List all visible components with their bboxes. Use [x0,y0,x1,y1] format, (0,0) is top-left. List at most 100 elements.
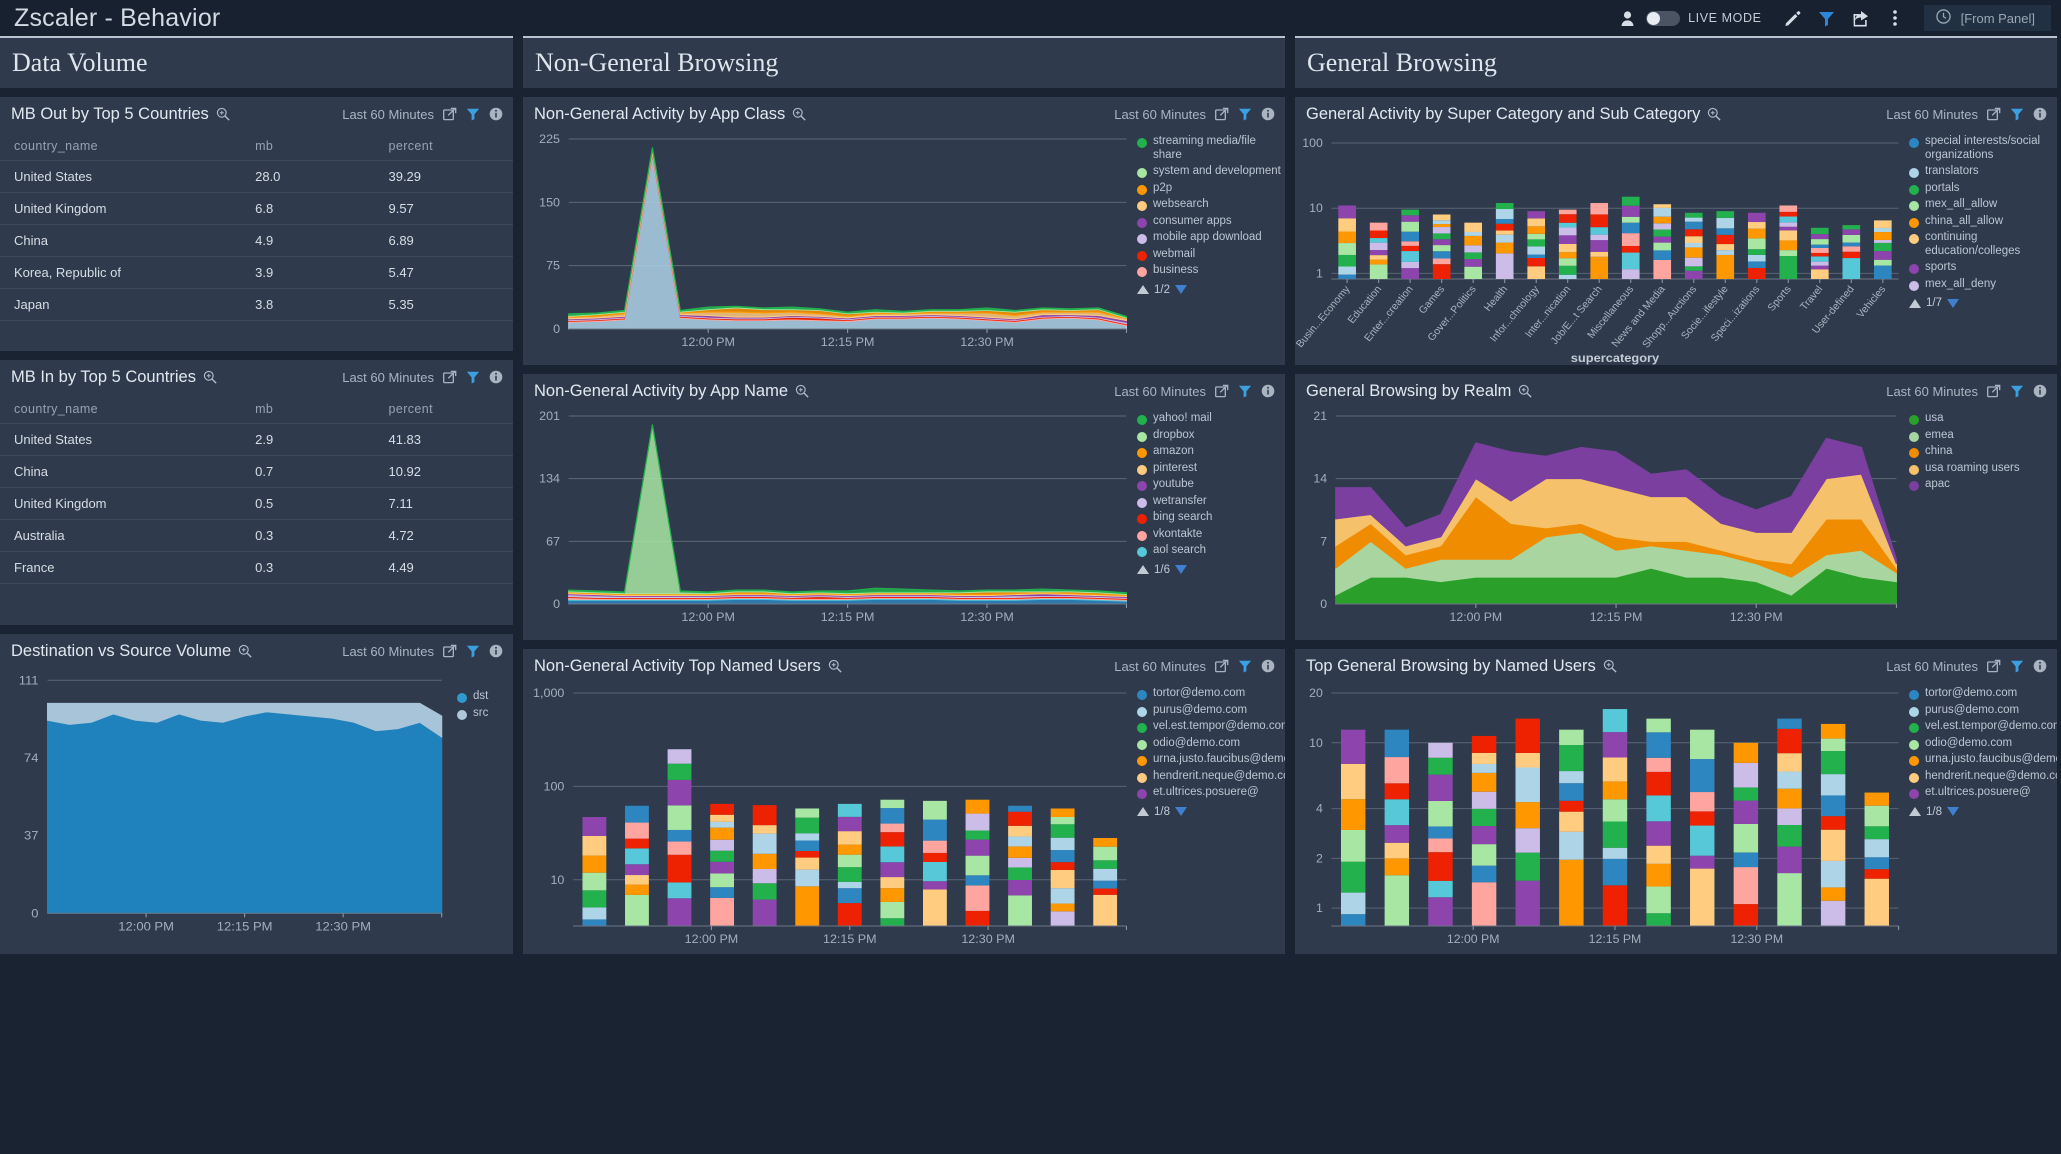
filter-funnel-icon[interactable] [1238,107,1252,121]
time-picker-from-panel[interactable]: [From Panel] [1924,5,2051,31]
legend-item[interactable]: mex_all_allow [1909,198,2053,212]
plot-app-class[interactable]: 07515022512:00 PM12:15 PM12:30 PM [523,127,1133,365]
popout-icon[interactable] [1987,107,2001,121]
more-vertical-icon[interactable] [1878,0,1912,36]
legend-item[interactable]: urna.justo.faucibus@demo.com [1137,753,1281,767]
info-icon[interactable] [1261,107,1275,121]
legend-item[interactable]: mex_all_deny [1909,278,2053,292]
legend-page-up-icon[interactable] [1909,807,1921,816]
search-magnifier-icon[interactable] [203,370,217,384]
legend-page-up-icon[interactable] [1137,807,1149,816]
edit-pencil-icon[interactable] [1776,0,1810,36]
legend-item[interactable]: tortor@demo.com [1909,687,2053,701]
panel-time-range[interactable]: Last 60 Minutes [342,370,434,385]
info-icon[interactable] [489,370,503,384]
legend-item[interactable]: vel.est.tempor@demo.com [1909,720,2053,734]
popout-icon[interactable] [1987,384,2001,398]
legend-pager[interactable]: 1/8 [1909,806,2053,818]
search-magnifier-icon[interactable] [795,384,809,398]
legend-item[interactable]: vkontakte [1137,528,1281,542]
search-magnifier-icon[interactable] [1518,384,1532,398]
legend-page-up-icon[interactable] [1909,299,1921,308]
search-magnifier-icon[interactable] [1603,659,1617,673]
legend-page-down-icon[interactable] [1175,285,1187,294]
legend-page-up-icon[interactable] [1137,285,1149,294]
legend-pager[interactable]: 1/6 [1137,564,1281,576]
legend-item[interactable]: tortor@demo.com [1137,687,1281,701]
legend-item[interactable]: pinterest [1137,462,1281,476]
live-mode-toggle[interactable] [1646,11,1680,26]
legend-item[interactable]: mobile app download [1137,231,1281,245]
info-icon[interactable] [2033,107,2047,121]
legend-item[interactable]: yahoo! mail [1137,412,1281,426]
popout-icon[interactable] [1215,659,1229,673]
table-row[interactable]: Korea, Republic of3.95.47 [0,257,513,289]
search-magnifier-icon[interactable] [216,107,230,121]
legend-item[interactable]: et.ultrices.posuere@ [1137,786,1281,800]
popout-icon[interactable] [1215,107,1229,121]
panel-time-range[interactable]: Last 60 Minutes [1114,107,1206,122]
panel-time-range[interactable]: Last 60 Minutes [1886,384,1978,399]
popout-icon[interactable] [443,107,457,121]
filter-funnel-icon[interactable] [466,107,480,121]
panel-time-range[interactable]: Last 60 Minutes [1886,107,1978,122]
filter-funnel-icon[interactable] [1238,384,1252,398]
legend-item[interactable]: dropbox [1137,429,1281,443]
legend-item[interactable]: china [1909,445,2053,459]
panel-time-range[interactable]: Last 60 Minutes [1114,659,1206,674]
panel-time-range[interactable]: Last 60 Minutes [342,644,434,659]
legend-item[interactable]: portals [1909,182,2053,196]
popout-icon[interactable] [443,370,457,384]
legend-item[interactable]: youtube [1137,478,1281,492]
legend-item[interactable]: special interests/social organizations [1909,135,2053,162]
legend-item[interactable]: translators [1909,165,2053,179]
legend-item[interactable]: streaming media/file share [1137,135,1281,162]
search-magnifier-icon[interactable] [1707,107,1721,121]
search-magnifier-icon[interactable] [238,644,252,658]
legend-item[interactable]: vel.est.tempor@demo.com [1137,720,1281,734]
table-row[interactable]: United Kingdom6.89.57 [0,193,513,225]
info-icon[interactable] [489,107,503,121]
plot-top-named-users-general[interactable]: 124102012:00 PM12:15 PM12:30 PM [1295,679,1905,954]
legend-item[interactable]: amazon [1137,445,1281,459]
legend-item[interactable]: p2p [1137,182,1281,196]
legend-page-down-icon[interactable] [1175,807,1187,816]
info-icon[interactable] [2033,384,2047,398]
plot-super-sub-category[interactable]: 110100Busin...EconomyEducationEnter...cr… [1295,127,1905,365]
table-row[interactable]: China4.96.89 [0,225,513,257]
plot-browsing-by-realm[interactable]: 07142112:00 PM12:15 PM12:30 PM [1295,404,1905,640]
popout-icon[interactable] [1215,384,1229,398]
filter-funnel-icon[interactable] [466,644,480,658]
filter-funnel-icon[interactable] [2010,659,2024,673]
legend-pager[interactable]: 1/2 [1137,284,1281,296]
legend-item[interactable]: consumer apps [1137,215,1281,229]
legend-item[interactable]: wetransfer [1137,495,1281,509]
legend-page-down-icon[interactable] [1175,565,1187,574]
table-row[interactable]: United States2.941.83 [0,424,513,456]
info-icon[interactable] [489,644,503,658]
popout-icon[interactable] [1987,659,2001,673]
legend-item[interactable]: webmail [1137,248,1281,262]
legend-item[interactable]: et.ultrices.posuere@ [1909,786,2053,800]
legend-item[interactable]: emea [1909,429,2053,443]
filter-funnel-icon[interactable] [1810,0,1844,36]
panel-time-range[interactable]: Last 60 Minutes [1886,659,1978,674]
legend-item[interactable]: hendrerit.neque@demo.com [1909,770,2053,784]
table-row[interactable]: Australia0.34.72 [0,520,513,552]
search-magnifier-icon[interactable] [828,659,842,673]
filter-funnel-icon[interactable] [466,370,480,384]
share-export-icon[interactable] [1844,0,1878,36]
filter-funnel-icon[interactable] [1238,659,1252,673]
legend-item[interactable]: china_all_allow [1909,215,2053,229]
legend-item[interactable]: urna.justo.faucibus@demo.com [1909,753,2053,767]
legend-item[interactable]: system and development [1137,165,1281,179]
plot-top-named-users-nongeneral[interactable]: 101001,00012:00 PM12:15 PM12:30 PM [523,679,1133,954]
legend-item[interactable]: apac [1909,478,2053,492]
legend-item[interactable]: odio@demo.com [1137,737,1281,751]
legend-item[interactable]: purus@demo.com [1909,704,2053,718]
info-icon[interactable] [2033,659,2047,673]
filter-funnel-icon[interactable] [2010,107,2024,121]
legend-pager[interactable]: 1/7 [1909,297,2053,309]
table-row[interactable]: China0.710.92 [0,456,513,488]
panel-time-range[interactable]: Last 60 Minutes [342,107,434,122]
